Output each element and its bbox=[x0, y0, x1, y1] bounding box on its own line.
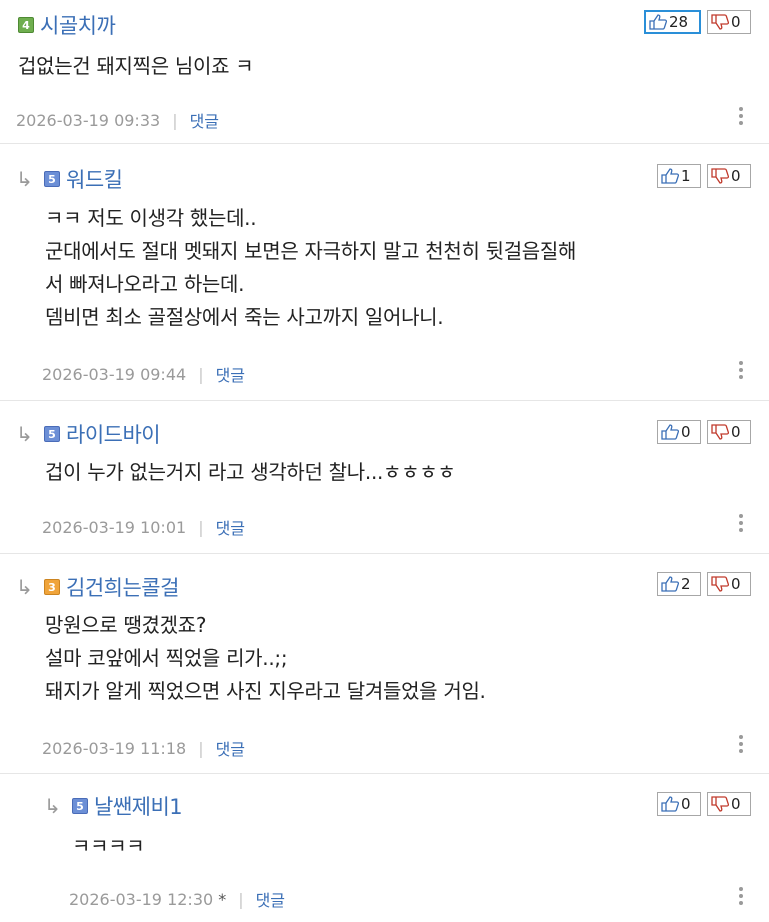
comment-date: 2026-03-19 09:44 bbox=[42, 364, 187, 384]
downvote-button[interactable]: 0 bbox=[707, 164, 751, 188]
comment-text: 망원으로 땡겼겠죠? 설마 코앞에서 찍었을 리가..;; 돼지가 알게 찍었으… bbox=[45, 613, 486, 703]
more-options-icon[interactable] bbox=[739, 361, 744, 379]
reply-arrow-icon: ↳ bbox=[16, 167, 33, 191]
comment-item: ↳ 5 라이드바이 0 0 겁이 누가 없는거지 라고 생각하던 찰나...ㅎㅎ… bbox=[0, 401, 769, 554]
comment-text: 겁이 누가 없는거지 라고 생각하던 찰나...ㅎㅎㅎㅎ bbox=[45, 460, 456, 484]
thumbs-down-icon bbox=[711, 14, 729, 30]
level-badge: 5 bbox=[44, 171, 60, 187]
downvote-count: 0 bbox=[731, 13, 741, 31]
more-options-icon[interactable] bbox=[739, 514, 744, 532]
thumbs-down-icon bbox=[711, 424, 729, 440]
meta-divider: | bbox=[198, 738, 204, 758]
thumbs-up-icon bbox=[661, 424, 679, 440]
comment-text: ㅋㅋㅋㅋ bbox=[72, 834, 145, 858]
reply-link[interactable]: 댓글 bbox=[216, 362, 245, 386]
upvote-button[interactable]: 1 bbox=[657, 164, 701, 188]
upvote-button[interactable]: 2 bbox=[657, 572, 701, 596]
downvote-button[interactable]: 0 bbox=[707, 572, 751, 596]
upvote-button[interactable]: 0 bbox=[657, 420, 701, 444]
nickname-link[interactable]: 김건희는콜걸 bbox=[66, 572, 179, 602]
thumbs-up-icon bbox=[661, 796, 679, 812]
comment-date: 2026-03-19 12:30 bbox=[69, 889, 214, 909]
edited-mark: * bbox=[218, 889, 227, 909]
reply-link[interactable]: 댓글 bbox=[190, 108, 219, 132]
meta-divider: | bbox=[172, 110, 178, 130]
upvote-count: 0 bbox=[681, 795, 691, 813]
upvote-count: 0 bbox=[681, 423, 691, 441]
thumbs-up-icon bbox=[649, 14, 667, 30]
reply-arrow-icon: ↳ bbox=[16, 422, 33, 446]
comment-date: 2026-03-19 09:33 bbox=[16, 110, 161, 130]
thumbs-down-icon bbox=[711, 796, 729, 812]
upvote-count: 28 bbox=[669, 13, 689, 31]
upvote-button[interactable]: 28 bbox=[644, 10, 701, 34]
reply-link[interactable]: 댓글 bbox=[216, 736, 245, 760]
upvote-count: 1 bbox=[681, 167, 691, 185]
nickname-link[interactable]: 라이드바이 bbox=[66, 419, 161, 449]
reply-link[interactable]: 댓글 bbox=[216, 515, 245, 539]
comment-date: 2026-03-19 10:01 bbox=[42, 517, 187, 537]
comment-item: ↳ 5 워드킬 1 0 ㅋㅋ 저도 이생각 했는데.. 군대에서도 절대 멧돼지… bbox=[0, 144, 769, 401]
nickname-link[interactable]: 시골치까 bbox=[40, 10, 116, 40]
more-options-icon[interactable] bbox=[739, 887, 744, 905]
reply-arrow-icon: ↳ bbox=[44, 794, 61, 818]
downvote-button[interactable]: 0 bbox=[707, 420, 751, 444]
thumbs-down-icon bbox=[711, 576, 729, 592]
downvote-button[interactable]: 0 bbox=[707, 792, 751, 816]
meta-divider: | bbox=[238, 889, 244, 909]
comment-item: 4 시골치까 28 0 겁없는건 돼지찍은 님이죠 ㅋ 2026-03-19 0… bbox=[0, 0, 769, 144]
more-options-icon[interactable] bbox=[739, 735, 744, 753]
meta-divider: | bbox=[198, 517, 204, 537]
comment-text: 겁없는건 돼지찍은 님이죠 ㅋ bbox=[18, 54, 254, 78]
downvote-button[interactable]: 0 bbox=[707, 10, 751, 34]
comment-text: ㅋㅋ 저도 이생각 했는데.. 군대에서도 절대 멧돼지 보면은 자극하지 말고… bbox=[45, 206, 577, 329]
upvote-button[interactable]: 0 bbox=[657, 792, 701, 816]
comment-item: ↳ 5 날쌘제비1 0 0 ㅋㅋㅋㅋ 2026-03-19 12:30 * | … bbox=[0, 774, 769, 922]
level-badge: 4 bbox=[18, 17, 34, 33]
more-options-icon[interactable] bbox=[739, 107, 744, 125]
reply-link[interactable]: 댓글 bbox=[256, 887, 285, 911]
level-badge: 3 bbox=[44, 579, 60, 595]
thumbs-up-icon bbox=[661, 168, 679, 184]
nickname-link[interactable]: 워드킬 bbox=[66, 164, 123, 194]
downvote-count: 0 bbox=[731, 795, 741, 813]
comment-date: 2026-03-19 11:18 bbox=[42, 738, 187, 758]
upvote-count: 2 bbox=[681, 575, 691, 593]
nickname-link[interactable]: 날쌘제비1 bbox=[94, 791, 183, 821]
downvote-count: 0 bbox=[731, 167, 741, 185]
comment-item: ↳ 3 김건희는콜걸 2 0 망원으로 땡겼겠죠? 설마 코앞에서 찍었을 리가… bbox=[0, 554, 769, 774]
downvote-count: 0 bbox=[731, 575, 741, 593]
meta-divider: | bbox=[198, 364, 204, 384]
thumbs-up-icon bbox=[661, 576, 679, 592]
downvote-count: 0 bbox=[731, 423, 741, 441]
reply-arrow-icon: ↳ bbox=[16, 575, 33, 599]
level-badge: 5 bbox=[44, 426, 60, 442]
thumbs-down-icon bbox=[711, 168, 729, 184]
level-badge: 5 bbox=[72, 798, 88, 814]
